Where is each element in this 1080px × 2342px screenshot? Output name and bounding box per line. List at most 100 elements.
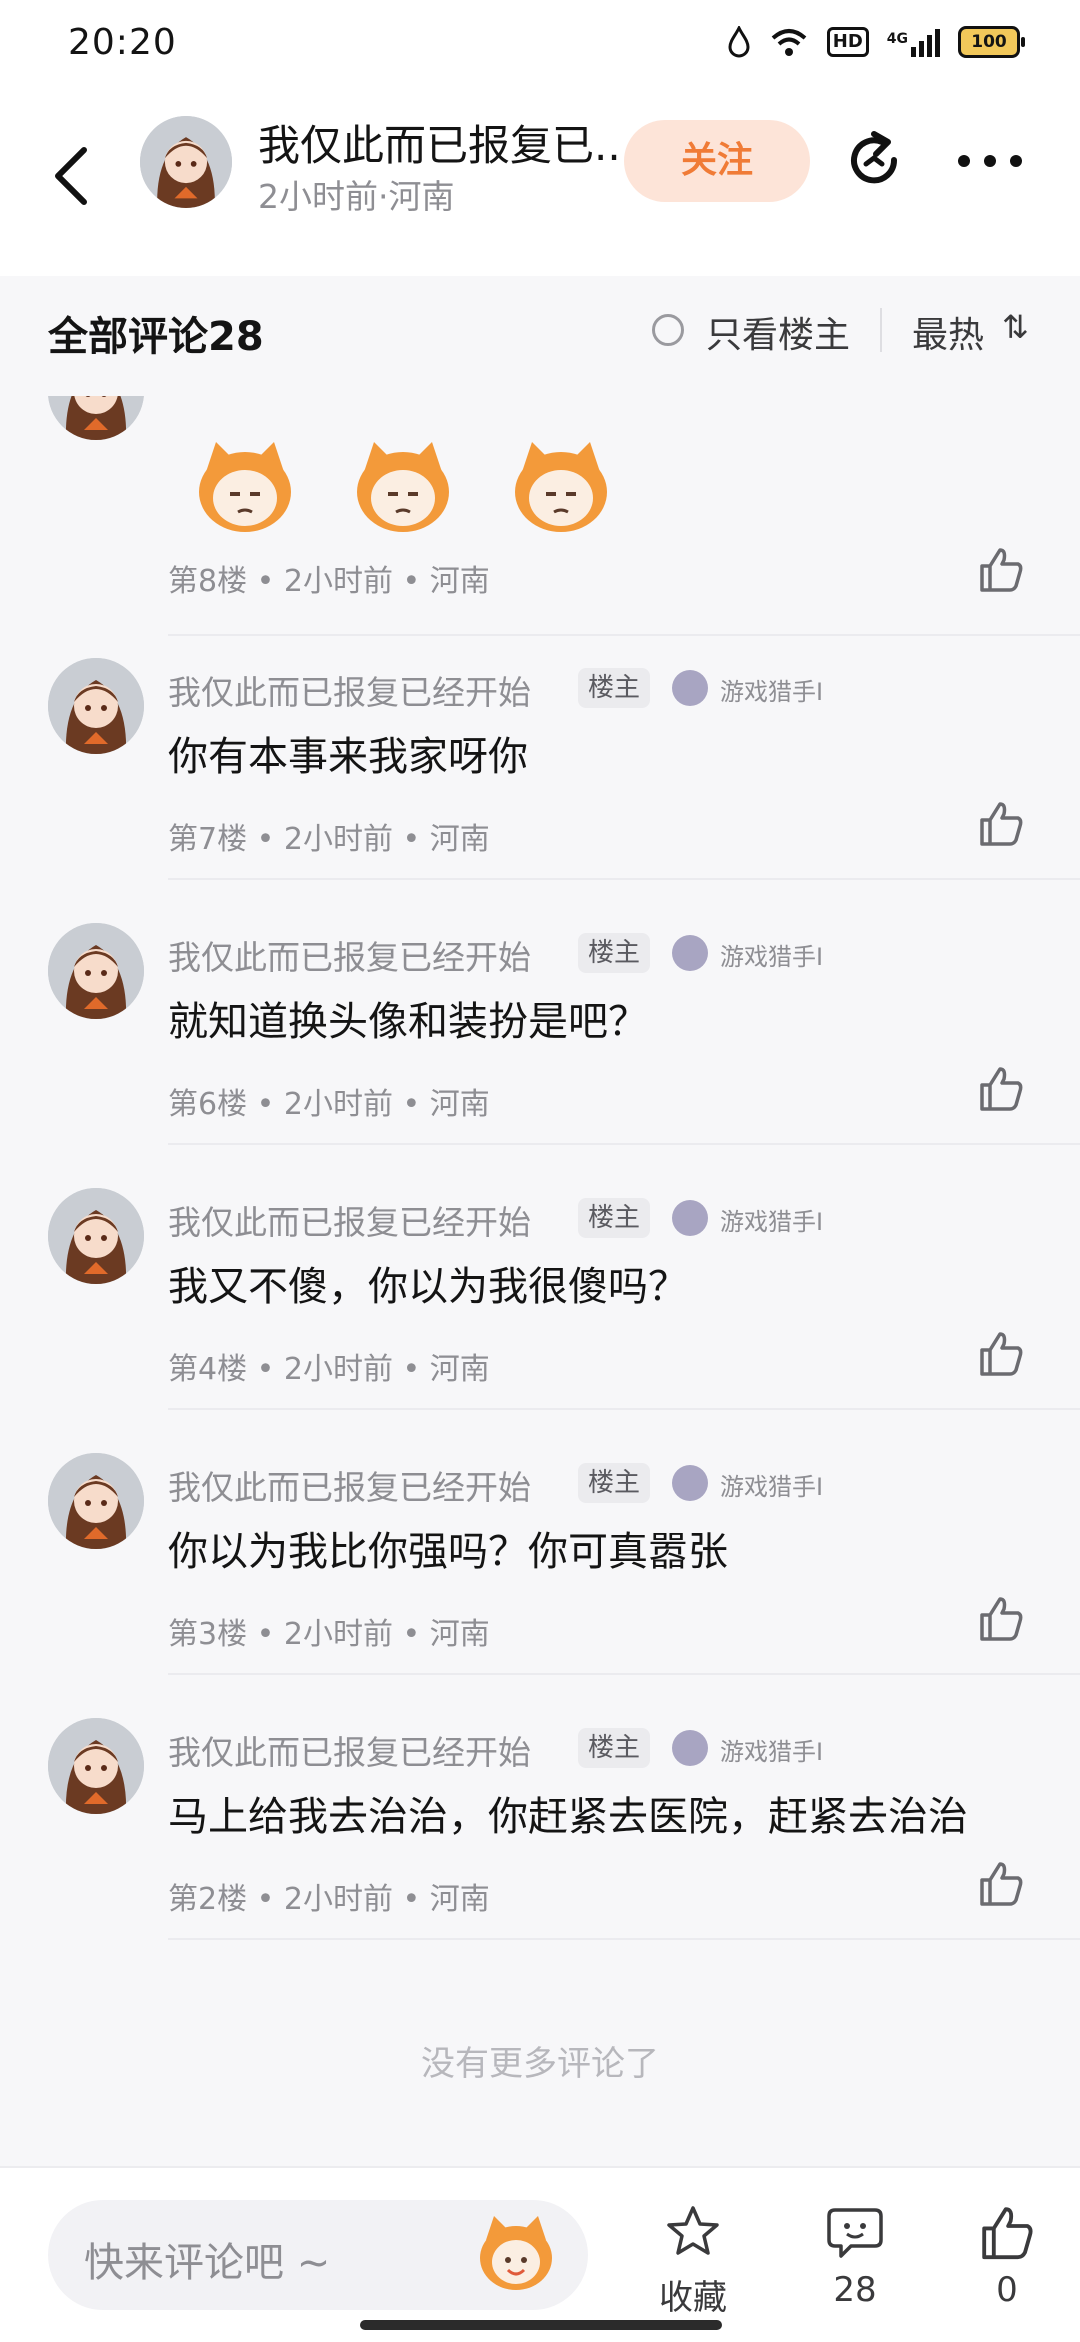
comment-footer: 第2楼 • 2小时前 • 河南: [168, 1882, 490, 1917]
only-owner-radio[interactable]: [652, 314, 684, 346]
commenter-name[interactable]: 我仅此而已报复已经开始: [168, 666, 531, 714]
post-meta: 2小时前·河南: [258, 177, 455, 216]
avatar[interactable]: [48, 1718, 144, 1814]
comments-count: 28: [833, 2270, 877, 2310]
badge-icon: [672, 935, 708, 971]
avatar[interactable]: [48, 923, 144, 1019]
owner-tag: 楼主: [578, 1198, 651, 1238]
comment-footer: 第6楼 • 2小时前 • 河南: [168, 1087, 490, 1122]
sort-label[interactable]: 最热: [912, 306, 984, 358]
list-item: 我仅此而已报复已经开始 楼主 游戏猎手I 马上给我去治治，你赶紧去医院，赶紧去治…: [0, 1698, 1080, 1963]
author-avatar[interactable]: [140, 116, 232, 208]
favorite-label: 收藏: [659, 2278, 727, 2318]
badge-label: 游戏猎手I: [720, 1208, 824, 1236]
comment-divider: [168, 1408, 1080, 1410]
commenter-name[interactable]: 我仅此而已报复已经开始: [168, 931, 531, 979]
network-type: 4G: [886, 31, 908, 47]
avatar[interactable]: [48, 396, 144, 440]
comments-toolbar: 全部评论28 只看楼主 最热 ⇅: [0, 276, 1080, 396]
share-icon[interactable]: [838, 124, 910, 196]
thumbs-up-icon: [982, 2207, 1033, 2260]
status-icons: HD 4G 100: [727, 26, 1025, 58]
badge-label: 游戏猎手I: [720, 943, 824, 971]
owner-tag: 楼主: [578, 933, 651, 973]
comment-input[interactable]: 快来评论吧 ~: [48, 2200, 588, 2310]
badge-icon: [672, 1465, 708, 1501]
back-button[interactable]: [44, 136, 104, 216]
like-icon[interactable]: [976, 798, 1026, 848]
comment-divider: [168, 1673, 1080, 1675]
toolbar-divider: [880, 308, 882, 352]
comment-text[interactable]: 你有本事来我家呀你: [168, 724, 528, 782]
no-more-comments: 没有更多评论了: [421, 2044, 659, 2084]
comment-text[interactable]: 马上给我去治治，你赶紧去医院，赶紧去治治: [168, 1784, 968, 1842]
owner-tag: 楼主: [578, 668, 651, 708]
wifi-icon: [771, 29, 807, 56]
sticker-emoji: [515, 442, 607, 532]
comment-text[interactable]: 就知道换头像和装扮是吧？: [168, 989, 648, 1047]
like-icon[interactable]: [976, 544, 1026, 594]
comment-divider: [168, 878, 1080, 880]
badge-icon: [672, 1200, 708, 1236]
comment-list: 第8楼 • 2小时前 • 河南 我仅此而已报复已经开始 楼主 游戏猎手I 你有本…: [0, 396, 1080, 2166]
owner-tag: 楼主: [578, 1463, 651, 1503]
sticker-icon[interactable]: [472, 2210, 560, 2296]
follow-button[interactable]: 关注: [624, 120, 810, 202]
home-indicator[interactable]: [360, 2320, 722, 2330]
more-dot-icon: [984, 155, 996, 167]
comment-text[interactable]: 你以为我比你强吗？你可真嚣张: [168, 1519, 728, 1577]
battery-icon: 100: [958, 26, 1025, 58]
comment-divider: [168, 1143, 1080, 1145]
badge-icon: [672, 670, 708, 706]
commenter-name[interactable]: 我仅此而已报复已经开始: [168, 1196, 531, 1244]
signal-icon: 4G: [887, 27, 940, 57]
like-icon[interactable]: [976, 1593, 1026, 1643]
comment-bubble-icon: [827, 2208, 883, 2258]
commenter-name[interactable]: 我仅此而已报复已经开始: [168, 1726, 531, 1774]
comment-placeholder: 快来评论吧 ~: [84, 2240, 331, 2286]
comment-footer: 第7楼 • 2小时前 • 河南: [168, 822, 490, 857]
sticker-emoji: [199, 442, 291, 532]
avatar[interactable]: [48, 1188, 144, 1284]
like-icon[interactable]: [976, 1063, 1026, 1113]
comment-divider: [168, 634, 1080, 636]
more-dot-icon: [958, 155, 970, 167]
sort-icon[interactable]: ⇅: [1002, 308, 1029, 346]
likes-count: 0: [996, 2270, 1018, 2310]
list-item: 我仅此而已报复已经开始 楼主 游戏猎手I 就知道换头像和装扮是吧？ 第6楼 • …: [0, 903, 1080, 1168]
author-name[interactable]: 我仅此而已报复已...: [258, 112, 634, 173]
comments-count-button[interactable]: 28: [800, 2202, 910, 2310]
avatar[interactable]: [48, 658, 144, 754]
badge-label: 游戏猎手I: [720, 1473, 824, 1501]
badge-icon: [672, 1730, 708, 1766]
star-icon: [667, 2206, 719, 2255]
more-dot-icon: [1010, 155, 1022, 167]
badge-label: 游戏猎手I: [720, 1738, 824, 1766]
list-item: 第8楼 • 2小时前 • 河南: [0, 396, 1080, 636]
bottom-bar: 快来评论吧 ~ 收藏 28 0: [0, 2166, 1080, 2342]
avatar[interactable]: [48, 1453, 144, 1549]
commenter-name[interactable]: 我仅此而已报复已经开始: [168, 1461, 531, 1509]
comment-text[interactable]: 我又不傻，你以为我很傻吗？: [168, 1254, 688, 1312]
list-item: 我仅此而已报复已经开始 楼主 游戏猎手I 你有本事来我家呀你 第7楼 • 2小时…: [0, 638, 1080, 903]
drop-icon: [728, 26, 750, 58]
owner-tag: 楼主: [578, 1728, 651, 1768]
comment-footer: 第4楼 • 2小时前 • 河南: [168, 1352, 490, 1387]
badge-label: 游戏猎手I: [720, 678, 824, 706]
comment-footer: 第3楼 • 2小时前 • 河南: [168, 1617, 490, 1652]
list-item: 我仅此而已报复已经开始 楼主 游戏猎手I 我又不傻，你以为我很傻吗？ 第4楼 •…: [0, 1168, 1080, 1433]
like-post-button[interactable]: 0: [952, 2202, 1062, 2310]
sticker-emoji: [357, 442, 449, 532]
like-icon[interactable]: [976, 1328, 1026, 1378]
post-header: 我仅此而已报复已... 2小时前·河南 关注: [0, 96, 1080, 276]
list-item: 我仅此而已报复已经开始 楼主 游戏猎手I 你以为我比你强吗？你可真嚣张 第3楼 …: [0, 1433, 1080, 1698]
comments-title: 全部评论28: [48, 314, 264, 360]
status-time: 20:20: [68, 22, 177, 63]
favorite-button[interactable]: 收藏: [638, 2202, 748, 2319]
like-icon[interactable]: [976, 1858, 1026, 1908]
only-owner-label[interactable]: 只看楼主: [706, 306, 850, 358]
comment-divider: [168, 1938, 1080, 1940]
comment-footer: 第8楼 • 2小时前 • 河南: [168, 564, 490, 599]
hd-icon: HD: [826, 27, 869, 57]
more-options-button[interactable]: [958, 146, 1048, 176]
